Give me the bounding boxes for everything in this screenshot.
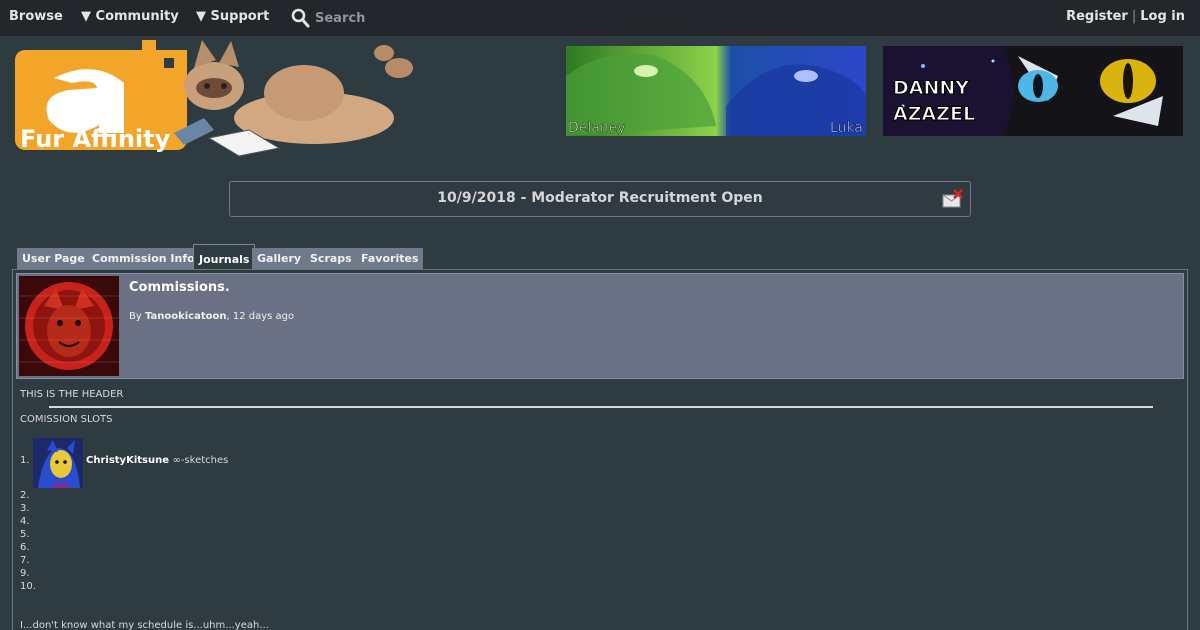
tab-favorites[interactable]: Favorites [356, 248, 424, 269]
commissioner-link[interactable]: ChristyKitsune [86, 455, 169, 466]
banner-ad-danny-azazel[interactable]: DANNY AZAZEL [883, 46, 1183, 136]
journal-header: Commissions. By Tanookicatoon, 12 days a… [16, 273, 1184, 379]
tab-user-page[interactable]: User Page [17, 248, 90, 269]
nav-community-menu[interactable]: ▼ Community [81, 9, 179, 24]
nav-search[interactable]: Search [291, 7, 365, 29]
slot-number: 4. [20, 516, 30, 527]
slot-number: 10. [20, 581, 36, 592]
commissioner-avatar[interactable] [33, 438, 83, 488]
account-links: Register | Log in [1066, 9, 1185, 24]
banner-artwork: Delaney Luka [566, 46, 866, 136]
search-label: Search [315, 10, 366, 26]
slot-number: 2. [20, 490, 30, 501]
top-navigation: Browse ▼ Community ▼ Support Search Regi… [0, 0, 1200, 36]
banner-ad-delaney-luka[interactable]: Delaney Luka [566, 46, 866, 136]
author-avatar[interactable] [19, 276, 119, 376]
journal-panel: Commissions. By Tanookicatoon, 12 days a… [12, 269, 1188, 630]
site-notice: 10/9/2018 - Moderator Recruitment Open [229, 181, 971, 217]
banner-line-1: DANNY [893, 77, 969, 99]
dismiss-icon[interactable] [942, 188, 964, 210]
commission-slot-1: ChristyKitsune ∞-sketches [86, 455, 228, 466]
login-link[interactable]: Log in [1140, 9, 1185, 24]
journal-meta: By Tanookicatoon, 12 days ago [129, 311, 294, 322]
slot-number: 1. [20, 455, 30, 466]
tab-scraps[interactable]: Scraps [305, 248, 357, 269]
slot-number: 5. [20, 529, 30, 540]
post-time: , 12 days ago [226, 311, 295, 322]
journal-footer-text: I...don't know what my schedule is...uhm… [20, 620, 269, 630]
slot-number: 7. [20, 555, 30, 566]
nav-separator: | [1131, 9, 1137, 24]
journal-header-text: THIS IS THE HEADER [20, 389, 124, 400]
slots-title: COMISSION SLOTS [20, 414, 113, 425]
tab-gallery[interactable]: Gallery [252, 248, 307, 269]
nav-browse[interactable]: Browse [9, 9, 63, 24]
author-link[interactable]: Tanookicatoon [145, 311, 227, 322]
slot-note: ∞-sketches [172, 455, 229, 466]
divider [49, 406, 1153, 408]
fur-affinity-logo-mascot: Fur Affinity [15, 40, 413, 157]
banner-name-right: Luka [830, 120, 863, 136]
banner-line-2: AZAZEL [893, 103, 975, 125]
tab-journals[interactable]: Journals [193, 244, 256, 269]
search-icon [291, 8, 310, 28]
notice-text[interactable]: 10/9/2018 - Moderator Recruitment Open [230, 190, 970, 206]
banner-artwork: DANNY AZAZEL [883, 46, 1183, 136]
tab-commission-info[interactable]: Commission Info [87, 248, 200, 269]
banner-name-left: Delaney [568, 120, 626, 136]
register-link[interactable]: Register [1066, 9, 1128, 24]
slot-number: 6. [20, 542, 30, 553]
journal-title[interactable]: Commissions. [129, 280, 230, 295]
slot-number: 3. [20, 503, 30, 514]
nav-support-menu[interactable]: ▼ Support [196, 9, 269, 24]
by-label: By [129, 311, 142, 322]
slot-number: 9. [20, 568, 30, 579]
logo-text: Fur Affinity [20, 125, 171, 153]
site-logo[interactable]: Fur Affinity [14, 38, 424, 160]
